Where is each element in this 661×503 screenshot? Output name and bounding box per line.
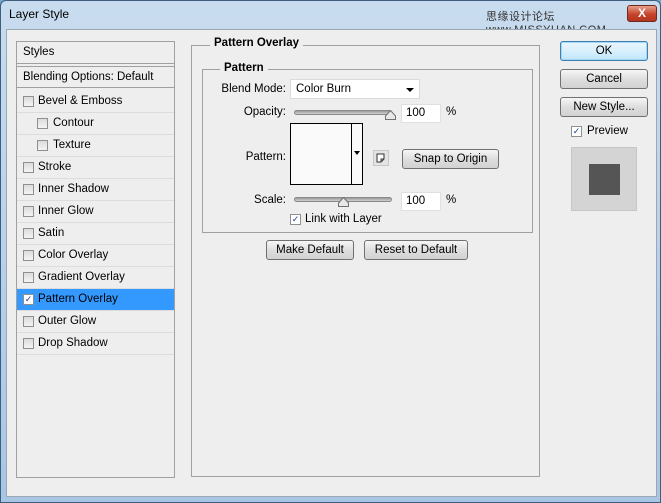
preview-label: Preview [587,125,628,137]
opacity-value: 100 [406,107,426,119]
style-item-label: Texture [53,139,91,151]
opacity-slider-thumb[interactable] [384,110,396,120]
close-icon: X [637,6,646,20]
style-item-drop-shadow[interactable]: Drop Shadow [17,333,174,355]
styles-panel: Styles Blending Options: Default Bevel &… [16,41,175,478]
scale-slider-thumb[interactable] [337,197,349,207]
styles-header[interactable]: Styles [17,42,174,64]
close-button[interactable]: X [627,5,657,22]
style-item-texture[interactable]: Texture [17,135,174,157]
style-item-stroke[interactable]: Stroke [17,157,174,179]
cancel-button[interactable]: Cancel [560,69,648,89]
style-item-label: Inner Glow [38,205,94,217]
new-style-button[interactable]: New Style... [560,97,648,117]
style-item-outer-glow[interactable]: Outer Glow [17,311,174,333]
style-item-label: Stroke [38,161,72,173]
style-item-label: Satin [38,227,65,239]
style-item-label: Bevel & Emboss [38,95,123,107]
chevron-down-icon [354,151,360,155]
snap-to-origin-label: Snap to Origin [413,153,488,165]
style-item-label: Drop Shadow [38,337,108,349]
style-item-label: Contour [53,117,94,129]
style-item-pattern-overlay[interactable]: ✓ Pattern Overlay [17,289,174,311]
style-item-contour[interactable]: Contour [17,113,174,135]
opacity-input[interactable]: 100 [401,104,441,123]
opacity-slider-track[interactable] [294,110,392,115]
checkbox-icon[interactable] [23,338,34,349]
snap-to-origin-button[interactable]: Snap to Origin [402,149,499,169]
style-item-inner-shadow[interactable]: Inner Shadow [17,179,174,201]
checkbox-checked-icon[interactable]: ✓ [23,294,34,305]
blend-mode-dropdown[interactable]: Color Burn [290,79,420,99]
pattern-swatch[interactable] [290,123,352,185]
style-item-label: Inner Shadow [38,183,109,195]
opacity-label: Opacity: [243,106,286,118]
checkbox-icon[interactable] [23,206,34,217]
scale-percent-sign: % [446,194,457,206]
new-style-label: New Style... [573,101,635,113]
window-title: Layer Style [9,7,70,21]
style-item-color-overlay[interactable]: Color Overlay [17,245,174,267]
link-with-layer-label: Link with Layer [305,213,382,225]
style-item-label: Outer Glow [38,315,97,327]
blending-options-label: Blending Options: Default [23,71,154,83]
pattern-overlay-title: Pattern Overlay [210,37,304,49]
pattern-group-title: Pattern [220,62,268,74]
preview-checkbox[interactable]: ✓ Preview [571,124,651,140]
checkbox-icon[interactable] [23,316,34,327]
checkbox-checked-icon: ✓ [290,214,301,225]
style-item-bevel-emboss[interactable]: Bevel & Emboss [17,91,174,113]
blending-options-item[interactable]: Blending Options: Default [17,66,174,88]
checkbox-icon[interactable] [23,162,34,173]
checkbox-icon[interactable] [23,228,34,239]
chevron-down-icon [406,88,414,92]
ok-button[interactable]: OK [560,41,648,61]
style-item-inner-glow[interactable]: Inner Glow [17,201,174,223]
blend-mode-value: Color Burn [296,83,351,95]
new-preset-button[interactable] [373,150,389,166]
styles-header-label: Styles [23,46,55,58]
make-default-button[interactable]: Make Default [266,240,354,260]
scale-input[interactable]: 100 [401,192,441,211]
preview-square [589,164,620,195]
style-item-label: Gradient Overlay [38,271,125,283]
style-item-satin[interactable]: Satin [17,223,174,245]
style-preview-thumbnail [571,147,637,211]
style-item-label: Color Overlay [38,249,109,261]
reset-to-default-button[interactable]: Reset to Default [364,240,468,260]
make-default-label: Make Default [276,244,344,256]
dialog-body: Styles Blending Options: Default Bevel &… [6,29,657,497]
layer-style-dialog: Layer Style 思缘设计论坛 www.MISSYUAN.COM X St… [0,0,661,503]
checkbox-checked-icon: ✓ [571,126,582,137]
reset-to-default-label: Reset to Default [374,244,458,256]
link-with-layer-checkbox[interactable]: ✓ Link with Layer [290,212,390,228]
new-preset-icon [376,153,385,163]
pattern-label: Pattern: [245,151,286,163]
pattern-picker-dropdown[interactable] [352,123,363,185]
checkbox-icon[interactable] [23,96,34,107]
blend-mode-label: Blend Mode: [221,83,286,95]
style-item-gradient-overlay[interactable]: Gradient Overlay [17,267,174,289]
checkbox-icon[interactable] [37,118,48,129]
cancel-label: Cancel [586,73,622,85]
checkbox-icon[interactable] [37,140,48,151]
scale-label: Scale: [254,194,286,206]
scale-value: 100 [406,195,426,207]
ok-label: OK [595,45,613,57]
checkbox-icon[interactable] [23,184,34,195]
style-item-label: Pattern Overlay [38,293,118,305]
checkbox-icon[interactable] [23,250,34,261]
title-bar[interactable]: Layer Style 思缘设计论坛 www.MISSYUAN.COM X [1,1,660,36]
opacity-percent-sign: % [446,106,457,118]
checkbox-icon[interactable] [23,272,34,283]
